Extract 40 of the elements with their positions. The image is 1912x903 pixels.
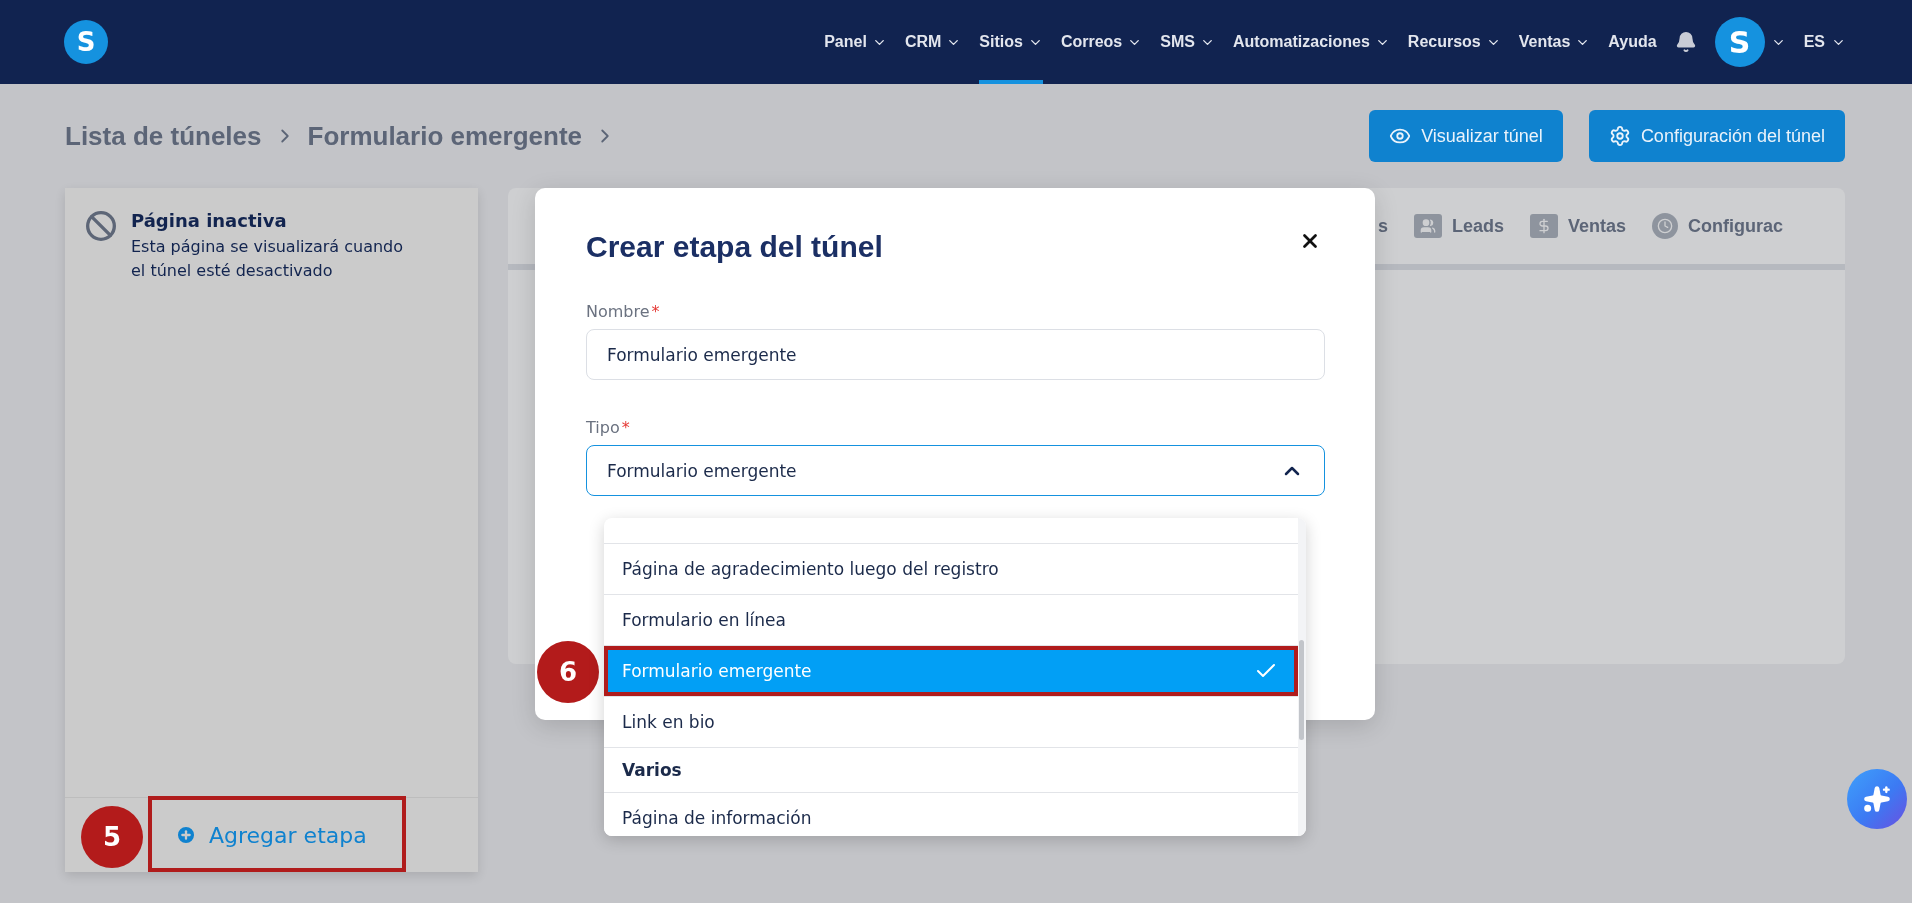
group-heading: Varios <box>604 748 1298 793</box>
tab[interactable]: Leads <box>1414 214 1505 238</box>
sparkles-icon <box>1863 785 1891 813</box>
required-mark: * <box>621 418 630 437</box>
users-icon <box>1414 214 1442 238</box>
disabled-icon <box>85 210 117 242</box>
dollar-icon <box>1530 214 1559 238</box>
nav-item[interactable]: CRM <box>904 0 962 84</box>
language-selector[interactable]: ES <box>1803 33 1846 51</box>
settings-button[interactable]: Configuración del túnel <box>1588 110 1845 162</box>
nav-item[interactable]: Automatizaciones <box>1232 0 1390 84</box>
input-field[interactable]: Formulario emergente <box>586 329 1325 380</box>
nav-item[interactable]: Recursos <box>1407 0 1501 84</box>
nav-item[interactable]: Ventas <box>1518 0 1591 84</box>
field-label: Nombre <box>586 302 650 321</box>
assistant-button[interactable] <box>1847 769 1907 829</box>
clock-icon <box>1652 213 1679 239</box>
nav-item[interactable]: Panel <box>824 0 887 84</box>
required-mark: * <box>651 302 660 321</box>
page-title: Página inactiva <box>131 210 288 231</box>
tab[interactable]: s <box>1378 215 1388 237</box>
select-field[interactable]: Formulario emergente <box>586 445 1325 496</box>
nav-item[interactable]: Ayuda <box>1608 0 1657 84</box>
dropdown-option[interactable]: Página de agradecimiento luego del registro <box>604 544 1298 595</box>
tab[interactable]: Ventas <box>1530 214 1627 238</box>
dialog-title: Crear etapa del túnel <box>586 230 883 264</box>
nav-item[interactable]: Correos <box>1060 0 1143 84</box>
tab[interactable]: Configurac <box>1652 213 1784 239</box>
plus-icon <box>175 824 197 846</box>
field-label: Tipo <box>586 418 620 437</box>
dropdown-option[interactable]: Página de información <box>604 793 1298 836</box>
settings-icon <box>1608 125 1631 147</box>
page-description: Esta página se visualizará cuando el túnel esté desactivado <box>131 236 405 282</box>
preview-button[interactable]: Visualizar túnel <box>1369 110 1563 162</box>
scrollbar-thumb[interactable] <box>1299 640 1304 740</box>
dropdown-option[interactable]: Formulario en línea <box>604 595 1298 646</box>
bell-icon[interactable] <box>1674 31 1697 53</box>
dropdown-option[interactable]: Link en bio <box>604 697 1298 748</box>
nav-item[interactable]: Sitios <box>979 0 1043 84</box>
nav-item[interactable]: SMS <box>1160 0 1215 84</box>
